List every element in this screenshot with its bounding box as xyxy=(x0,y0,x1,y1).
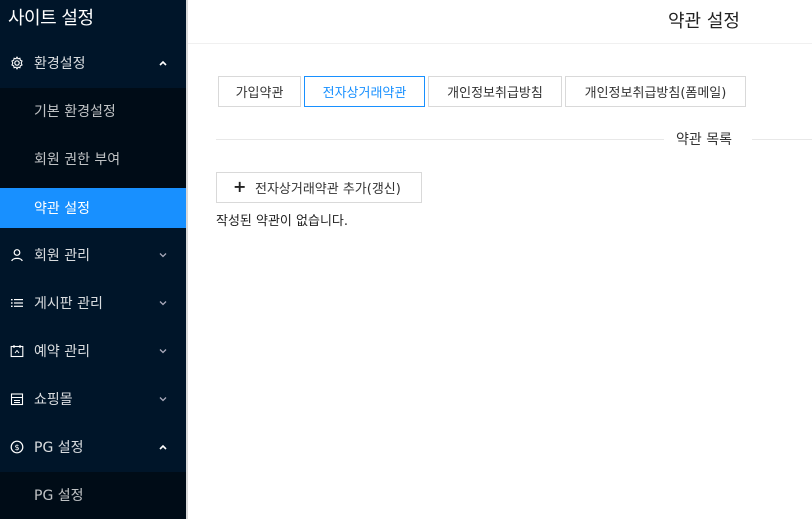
sidebar-item-label: 회원 권한 부여 xyxy=(34,152,121,168)
shop-icon xyxy=(10,392,24,406)
chevron-down-icon xyxy=(158,298,168,308)
sidebar-item-terms-settings[interactable]: 약관 설정 xyxy=(0,188,186,228)
sidebar-group-shop[interactable]: 쇼핑몰 xyxy=(0,379,186,419)
tab-privacy-policy-formmail[interactable]: 개인정보취급방침(폼메일) xyxy=(565,76,746,107)
app-root: 사이트 설정 환경설정 기본 환경설정 회원 권한 부여 약관 설정 회원 관리 xyxy=(0,0,812,519)
sidebar-group-label: 회원 관리 xyxy=(34,248,90,264)
list-icon xyxy=(10,296,24,310)
page-title: 약관 설정 xyxy=(668,11,740,32)
sidebar-item-basic-settings[interactable]: 기본 환경설정 xyxy=(0,91,186,131)
sidebar-item-member-permission[interactable]: 회원 권한 부여 xyxy=(0,139,186,179)
add-terms-button[interactable]: + 전자상거래약관 추가(갱신) xyxy=(216,172,422,203)
chevron-down-icon xyxy=(158,346,168,356)
terms-list-heading: 약관 목록 xyxy=(676,132,732,148)
tab-privacy-policy[interactable]: 개인정보취급방침 xyxy=(428,76,562,107)
chevron-up-icon xyxy=(158,442,168,452)
sidebar-group-env-settings[interactable]: 환경설정 xyxy=(0,43,186,83)
sidebar-item-label: 약관 설정 xyxy=(34,201,90,217)
dollar-circle-icon: $ xyxy=(10,440,24,454)
calendar-icon xyxy=(10,344,24,358)
sidebar-group-board-management[interactable]: 게시판 관리 xyxy=(0,283,186,323)
sidebar-group-label: PG 설정 xyxy=(34,440,84,456)
sidebar: 사이트 설정 환경설정 기본 환경설정 회원 권한 부여 약관 설정 회원 관리 xyxy=(0,0,186,519)
sidebar-group-pg-settings[interactable]: $ PG 설정 xyxy=(0,427,186,467)
sidebar-item-label: 기본 환경설정 xyxy=(34,104,116,120)
tab-signup-terms[interactable]: 가입약관 xyxy=(218,76,301,107)
user-icon xyxy=(10,248,24,262)
plus-icon: + xyxy=(233,177,247,196)
svg-text:$: $ xyxy=(14,443,19,452)
chevron-up-icon xyxy=(158,58,168,68)
divider-line-left xyxy=(216,139,664,140)
sidebar-group-label: 게시판 관리 xyxy=(34,296,103,312)
chevron-down-icon xyxy=(158,394,168,404)
add-terms-button-label: 전자상거래약관 추가(갱신) xyxy=(255,182,401,197)
divider-line-right xyxy=(752,139,812,140)
page-header: 약관 설정 xyxy=(188,0,812,44)
sidebar-group-label: 쇼핑몰 xyxy=(34,392,73,408)
empty-message: 작성된 약관이 없습니다. xyxy=(216,214,348,229)
sidebar-group-label: 예약 관리 xyxy=(34,344,90,360)
tab-ecommerce-terms[interactable]: 전자상거래약관 xyxy=(304,76,425,107)
gear-icon xyxy=(10,56,24,70)
sidebar-item-label: PG 설정 xyxy=(34,488,84,504)
sidebar-item-pg-settings[interactable]: PG 설정 xyxy=(0,475,186,515)
sidebar-title: 사이트 설정 xyxy=(8,8,94,29)
sidebar-border xyxy=(186,0,188,519)
sidebar-group-label: 환경설정 xyxy=(34,56,86,72)
chevron-down-icon xyxy=(158,250,168,260)
sidebar-group-member-management[interactable]: 회원 관리 xyxy=(0,235,186,275)
sidebar-group-reservation-management[interactable]: 예약 관리 xyxy=(0,331,186,371)
